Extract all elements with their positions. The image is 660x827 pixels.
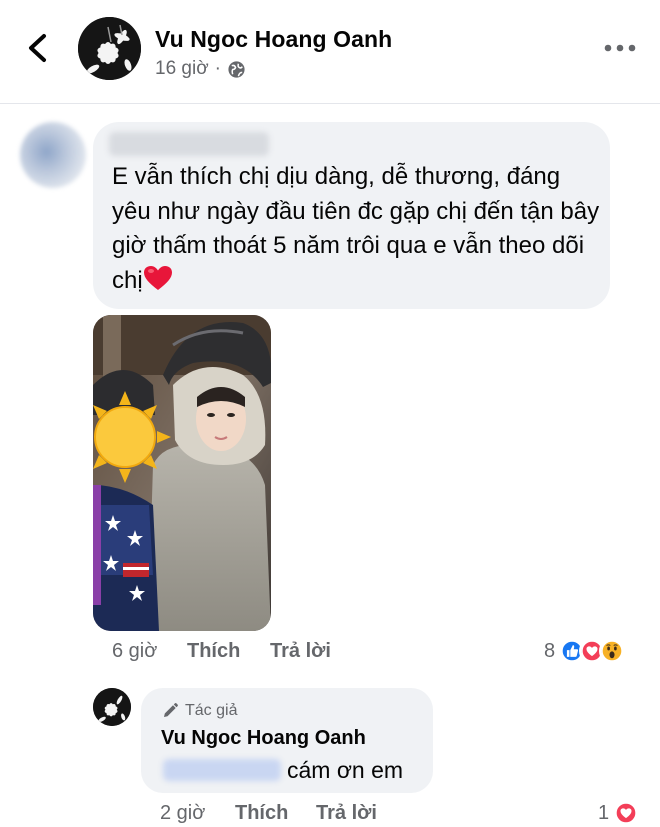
reply-reactions[interactable]: 1 bbox=[598, 799, 640, 827]
post-meta: 16 giờ · bbox=[155, 58, 246, 80]
author-avatar[interactable] bbox=[78, 17, 141, 80]
post-time: 16 giờ bbox=[155, 58, 209, 79]
red-heart-emoji-icon bbox=[143, 265, 172, 290]
reply-like-button[interactable]: Thích bbox=[235, 802, 288, 825]
commenter-avatar-blurred[interactable] bbox=[20, 122, 86, 188]
comment-reply-button[interactable]: Trả lời bbox=[270, 640, 331, 663]
reply-reply-button[interactable]: Trả lời bbox=[316, 802, 377, 825]
reply-author-name[interactable]: Vu Ngoc Hoang Oanh bbox=[161, 727, 366, 750]
comment-time: 6 giờ bbox=[112, 640, 158, 662]
pencil-icon bbox=[164, 703, 178, 717]
comment-photo[interactable] bbox=[93, 315, 271, 631]
comment-reactions[interactable]: 8 bbox=[544, 636, 626, 666]
comment-body: E vẫn thích chị dịu dàng, dễ thương, đán… bbox=[112, 163, 600, 294]
comment-text: E vẫn thích chị dịu dàng, dễ thương, đán… bbox=[112, 160, 602, 298]
reply-reaction-count: 1 bbox=[598, 801, 610, 824]
comment-like-button[interactable]: Thích bbox=[187, 640, 240, 663]
reply-text: cám ơn em bbox=[287, 757, 404, 783]
more-options-icon[interactable] bbox=[604, 44, 636, 52]
comment-reaction-count: 8 bbox=[544, 639, 556, 662]
reply-author-avatar[interactable] bbox=[93, 688, 131, 726]
globe-icon bbox=[228, 60, 245, 78]
mention-blurred[interactable] bbox=[163, 759, 281, 781]
post-header: Vu Ngoc Hoang Oanh 16 giờ · bbox=[0, 0, 660, 104]
back-arrow-icon[interactable] bbox=[22, 30, 56, 66]
author-badge: Tác giả bbox=[161, 702, 237, 720]
selfie-image bbox=[93, 315, 271, 631]
love-reaction-icon bbox=[613, 800, 640, 826]
flower-avatar-image bbox=[93, 688, 131, 726]
commenter-name-blurred[interactable] bbox=[109, 132, 269, 156]
post-author-name[interactable]: Vu Ngoc Hoang Oanh bbox=[155, 26, 392, 53]
wow-reaction-icon bbox=[599, 638, 626, 664]
author-badge-label: Tác giả bbox=[185, 702, 238, 719]
flower-avatar-image bbox=[78, 17, 141, 80]
reply-time: 2 giờ bbox=[160, 802, 206, 824]
